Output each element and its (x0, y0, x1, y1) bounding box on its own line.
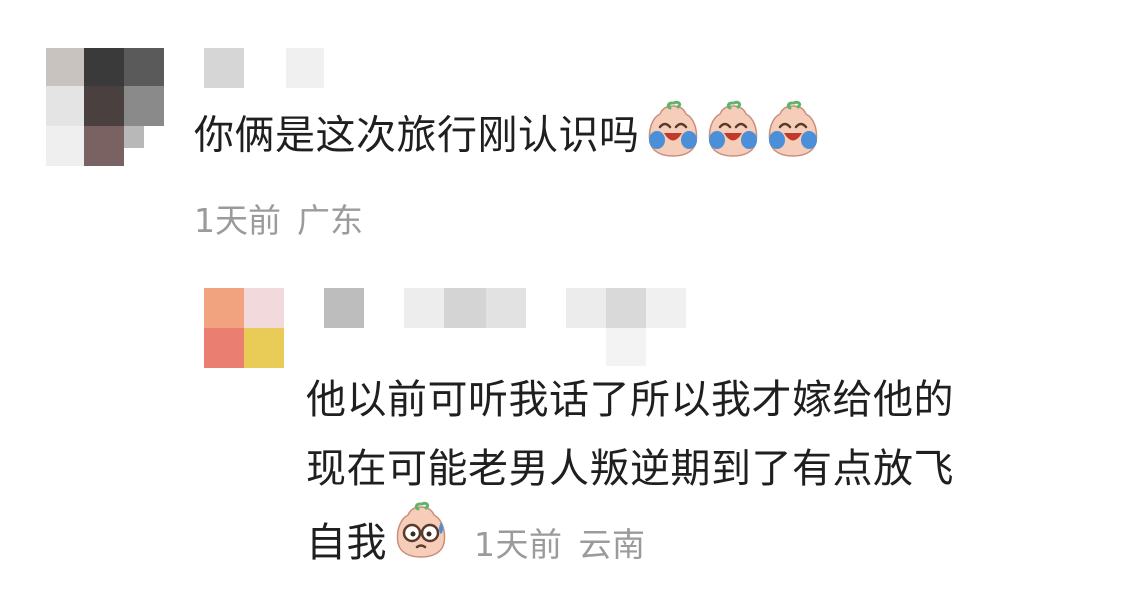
reply-time: 1天前 (474, 525, 563, 564)
comment-text-content: 你俩是这次旅行刚认识吗 (194, 112, 640, 159)
username[interactable] (324, 288, 686, 366)
comment-meta: 1天前 广东 (194, 194, 363, 242)
avatar[interactable] (46, 48, 164, 166)
laugh-cry-icon (704, 100, 762, 175)
reply-text: 他以前可听我话了所以我才嫁给他的 现在可能老男人叛逆期到了有点放飞 自我 1天前… (306, 366, 954, 586)
comment-time: 1天前 (194, 201, 281, 240)
nervous-glasses-icon (391, 500, 451, 582)
comment-text: 你俩是这次旅行刚认识吗 (194, 100, 822, 175)
comment-location: 广东 (297, 201, 363, 240)
reply-line-3: 自我 (306, 520, 387, 566)
reply-item: 他以前可听我话了所以我才嫁给他的 现在可能老男人叛逆期到了有点放飞 自我 1天前… (0, 270, 1140, 596)
reply-meta: 1天前 云南 (463, 525, 646, 564)
username[interactable] (204, 48, 324, 88)
reply-line-3-row: 自我 1天前 云南 (306, 501, 954, 586)
laugh-cry-icon (764, 100, 822, 175)
laugh-cry-icon (644, 100, 702, 175)
avatar[interactable] (204, 288, 284, 368)
comment-item: 你俩是这次旅行刚认识吗 1天前 广东 (0, 0, 1140, 270)
reply-line-2: 现在可能老男人叛逆期到了有点放飞 (306, 446, 954, 492)
reply-location: 云南 (578, 525, 646, 564)
reply-line-1: 他以前可听我话了所以我才嫁给他的 (306, 377, 954, 423)
